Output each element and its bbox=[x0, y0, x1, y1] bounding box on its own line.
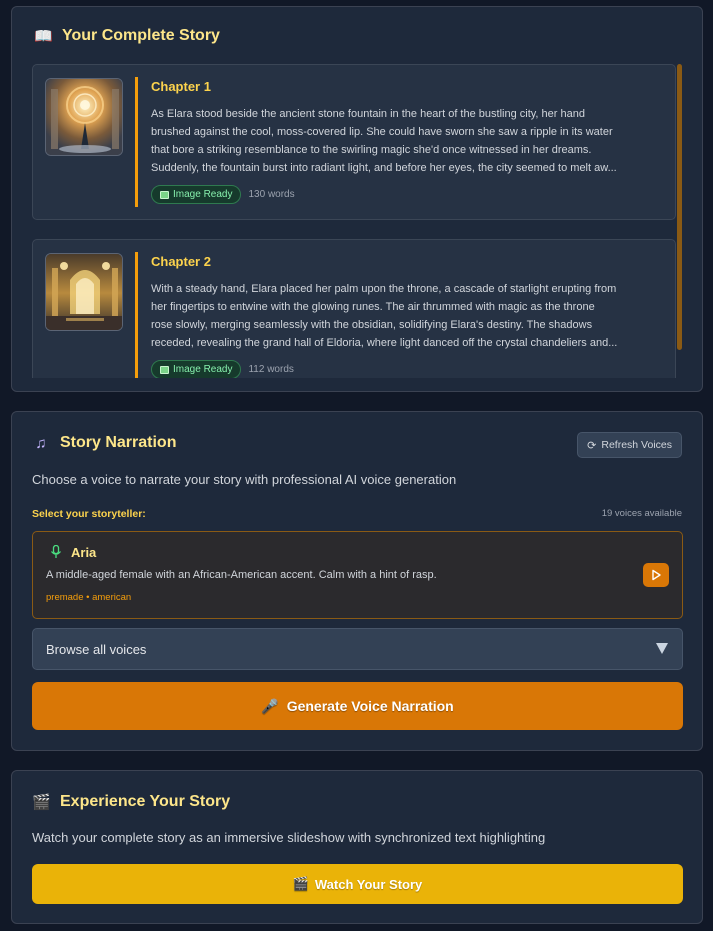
chapter-2-image bbox=[45, 253, 123, 331]
refresh-voices-button[interactable]: ⟳ Refresh Voices bbox=[577, 432, 682, 458]
image-ready-badge: Image Ready bbox=[151, 360, 242, 378]
experience-description: Watch your complete story as an immersiv… bbox=[32, 830, 546, 845]
chapter-meta: Image Ready 112 words bbox=[151, 360, 294, 378]
story-narration-panel: ♫ Story Narration ⟳ Refresh Voices Choos… bbox=[11, 411, 703, 751]
narration-description: Choose a voice to narrate your story wit… bbox=[32, 472, 457, 487]
complete-story-title: 📖 Your Complete Story bbox=[34, 27, 220, 45]
watch-story-button[interactable]: 🎬 Watch Your Story bbox=[32, 864, 683, 904]
chapter-text: As Elara stood beside the ancient stone … bbox=[151, 108, 617, 174]
chapter-list-scrollbar[interactable] bbox=[677, 64, 682, 350]
image-ready-badge: Image Ready bbox=[151, 185, 242, 204]
story-narration-title-text: Story Narration bbox=[60, 434, 177, 451]
browse-voices-label: Browse all voices bbox=[46, 641, 147, 657]
experience-story-panel: 🎬 Experience Your Story Watch your compl… bbox=[11, 770, 703, 924]
chapter-title: Chapter 1 bbox=[151, 79, 211, 94]
generate-narration-button[interactable]: 🎤 Generate Voice Narration bbox=[32, 682, 683, 730]
clapperboard-icon: 🎬 bbox=[292, 876, 309, 891]
chevron-down-icon bbox=[656, 643, 668, 654]
microphone-icon bbox=[50, 544, 62, 562]
picture-icon bbox=[160, 365, 169, 374]
clapperboard-icon: 🎬 bbox=[32, 794, 51, 811]
chapter-card[interactable]: Chapter 1 As Elara stood beside the anci… bbox=[32, 64, 676, 220]
chapter-accent-bar bbox=[135, 252, 138, 378]
chapter-title: Chapter 2 bbox=[151, 254, 211, 269]
chapter-accent-bar bbox=[135, 77, 138, 207]
refresh-icon: ⟳ bbox=[587, 439, 597, 452]
book-icon: 📖 bbox=[34, 28, 53, 45]
play-icon bbox=[652, 569, 661, 581]
complete-story-title-text: Your Complete Story bbox=[62, 27, 220, 44]
experience-story-title: 🎬 Experience Your Story bbox=[32, 793, 230, 811]
music-note-icon: ♫ bbox=[35, 434, 47, 452]
complete-story-panel: 📖 Your Complete Story Chapter 1 As Elara… bbox=[11, 6, 703, 392]
voices-count: 19 voices available bbox=[601, 508, 682, 519]
word-count: 130 words bbox=[248, 189, 295, 200]
word-count: 112 words bbox=[248, 364, 294, 375]
microphone-icon: 🎤 bbox=[261, 697, 279, 714]
chapter-meta: Image Ready 130 words bbox=[151, 185, 295, 204]
voice-name: Aria bbox=[71, 545, 97, 560]
chapter-card[interactable]: Chapter 2 With a steady hand, Elara plac… bbox=[32, 239, 676, 378]
voice-tags: premade • american bbox=[46, 592, 132, 603]
voice-description: A middle-aged female with an African-Ame… bbox=[46, 569, 437, 581]
chapter-list[interactable]: Chapter 1 As Elara stood beside the anci… bbox=[32, 64, 678, 378]
chapter-1-image bbox=[45, 78, 123, 156]
preview-voice-button[interactable] bbox=[643, 563, 669, 587]
chapter-text: With a steady hand, Elara placed her pal… bbox=[151, 283, 618, 349]
picture-icon bbox=[160, 190, 169, 199]
experience-story-title-text: Experience Your Story bbox=[60, 793, 231, 810]
selected-voice-card[interactable]: Aria A middle-aged female with an Africa… bbox=[32, 531, 683, 619]
browse-voices-select[interactable]: Browse all voices bbox=[32, 628, 683, 670]
story-narration-title: ♫ Story Narration bbox=[32, 434, 176, 452]
select-storyteller-label: Select your storyteller: bbox=[32, 508, 146, 520]
